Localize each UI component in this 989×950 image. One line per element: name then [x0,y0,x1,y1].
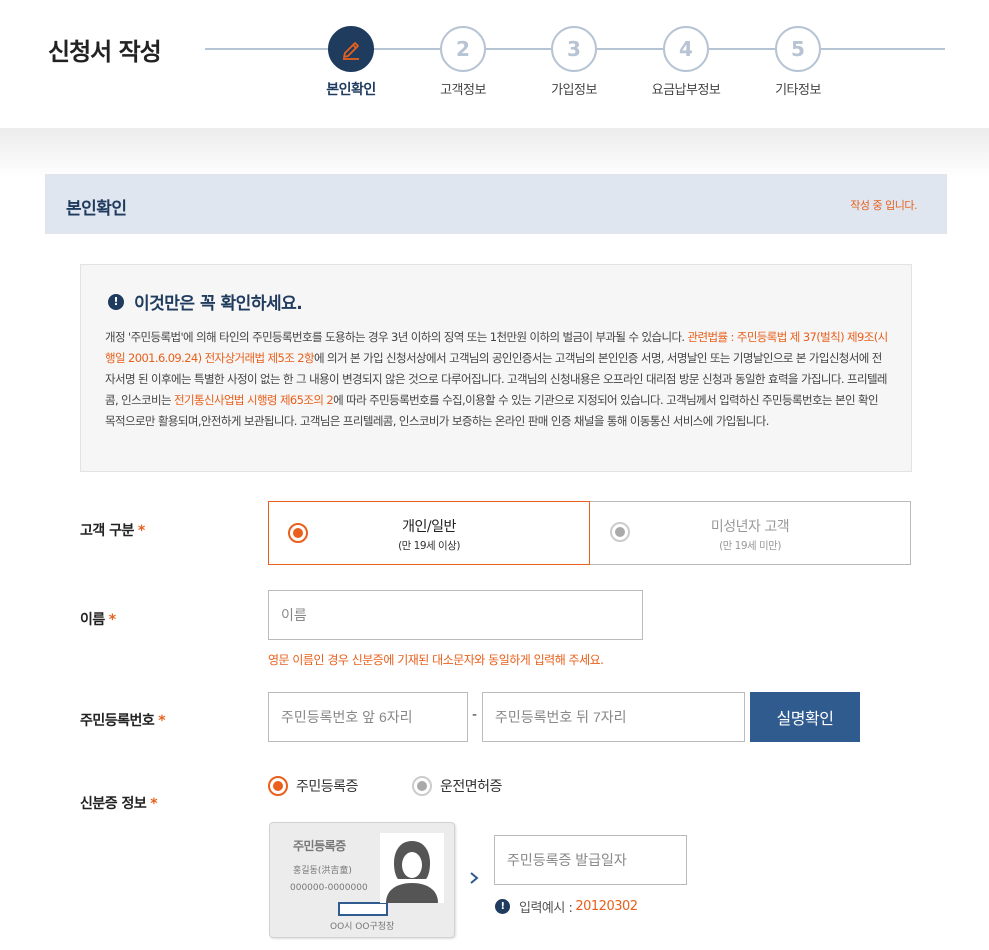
notice-box: ! 이것만은 꼭 확인하세요. 개정 '주민등록법'에 의해 타인의 주민등록번… [80,264,912,472]
step-label: 고객정보 [440,83,486,98]
card-issue-date-box [338,902,388,916]
id-option-label: 주민등록증 [296,779,358,795]
rrn-separator: - [472,707,478,723]
id-issue-date-input[interactable] [494,835,687,885]
customer-type-selector: 개인/일반 (만 19세 이상) 미성년자 고객 (만 19세 미만) [268,501,911,565]
header-shadow [0,128,989,178]
example-value: 20120302 [575,899,638,914]
rrn-front-input[interactable] [268,692,468,742]
id-option-drivers-license[interactable]: 운전면허증 [412,776,502,796]
step-number: 5 [775,26,821,72]
notice-text: 개정 '주민등록법'에 의해 타인의 주민등록번호를 도용하는 경우 3년 이하… [105,330,688,344]
label-text: 고객 구분 [80,523,134,539]
required-mark: * [158,713,166,729]
radio-selected-icon [288,523,308,543]
verify-name-button[interactable]: 실명확인 [750,692,860,742]
required-mark: * [137,523,145,539]
card-title: 주민등록증 [293,839,346,853]
header: 신청서 작성 본인확인 2 고객정보 3 가입정보 4 요금납부정보 5 기타정… [0,0,989,128]
option-main-label: 미성년자 고객 [710,519,790,535]
exclamation-icon: ! [495,899,510,914]
customer-type-label: 고객 구분 * [80,520,145,540]
card-issuer: OO시 OO구청장 [330,922,395,932]
radio-selected-icon [268,776,288,796]
required-mark: * [108,612,116,628]
radio-unselected-icon [412,776,432,796]
step-label: 가입정보 [551,83,597,98]
label-text: 신분증 정보 [80,796,147,812]
section-header: 본인확인 작성 중 입니다. [45,174,947,234]
option-adult[interactable]: 개인/일반 (만 19세 이상) [268,501,590,565]
page-title: 신청서 작성 [48,38,162,66]
exclamation-icon: ! [108,293,124,310]
step-label: 요금납부정보 [651,83,721,98]
step-number: 4 [663,26,709,72]
chevron-right-icon [470,872,479,884]
label-text: 이름 [80,612,105,628]
pencil-icon [328,26,374,72]
notice-highlight: 전기통신사업법 시행령 제65조의 2 [174,393,334,407]
id-card-illustration: 주민등록증 홍길동(洪吉童) 000000-0000000 OO시 OO구청장 [269,822,455,938]
name-input[interactable] [268,590,643,640]
id-option-label: 운전면허증 [440,779,502,795]
name-hint: 영문 이름인 경우 신분증에 기재된 대소문자와 동일하게 입력해 주세요. [268,653,604,667]
section-status: 작성 중 입니다. [850,199,917,212]
step-label: 기타정보 [775,83,821,98]
card-name: 홍길동(洪吉童) [293,866,352,876]
label-text: 주민등록번호 [80,713,155,729]
step-1: 본인확인 [296,26,406,99]
id-info-label: 신분증 정보 * [80,793,158,813]
notice-body: 개정 '주민등록법'에 의해 타인의 주민등록번호를 도용하는 경우 3년 이하… [105,327,889,432]
rrn-back-input[interactable] [482,692,745,742]
step-5: 5 기타정보 [743,26,853,98]
id-option-resident-card[interactable]: 주민등록증 [268,776,358,796]
input-example: ! 입력예시 : 20120302 [495,897,638,916]
option-sub-label: (만 19세 이상) [398,540,460,552]
option-sub-label: (만 19세 미만) [719,540,781,552]
step-2: 2 고객정보 [408,26,518,98]
example-label: 입력예시 : [519,901,573,916]
step-label: 본인확인 [326,82,376,98]
step-number: 3 [551,26,597,72]
person-silhouette-icon [380,833,444,903]
required-mark: * [150,796,158,812]
radio-disabled-icon [610,522,630,542]
option-minor[interactable]: 미성년자 고객 (만 19세 미만) [590,502,910,564]
notice-heading: ! 이것만은 꼭 확인하세요. [108,289,303,314]
rrn-label: 주민등록번호 * [80,710,166,730]
option-main-label: 개인/일반 [402,519,456,535]
step-4: 4 요금납부정보 [631,26,741,98]
step-3: 3 가입정보 [519,26,629,98]
notice-title: 이것만은 꼭 확인하세요. [134,294,303,314]
card-number: 000000-0000000 [290,883,368,893]
step-number: 2 [440,26,486,72]
section-title: 본인확인 [66,199,127,219]
name-label: 이름 * [80,609,116,629]
